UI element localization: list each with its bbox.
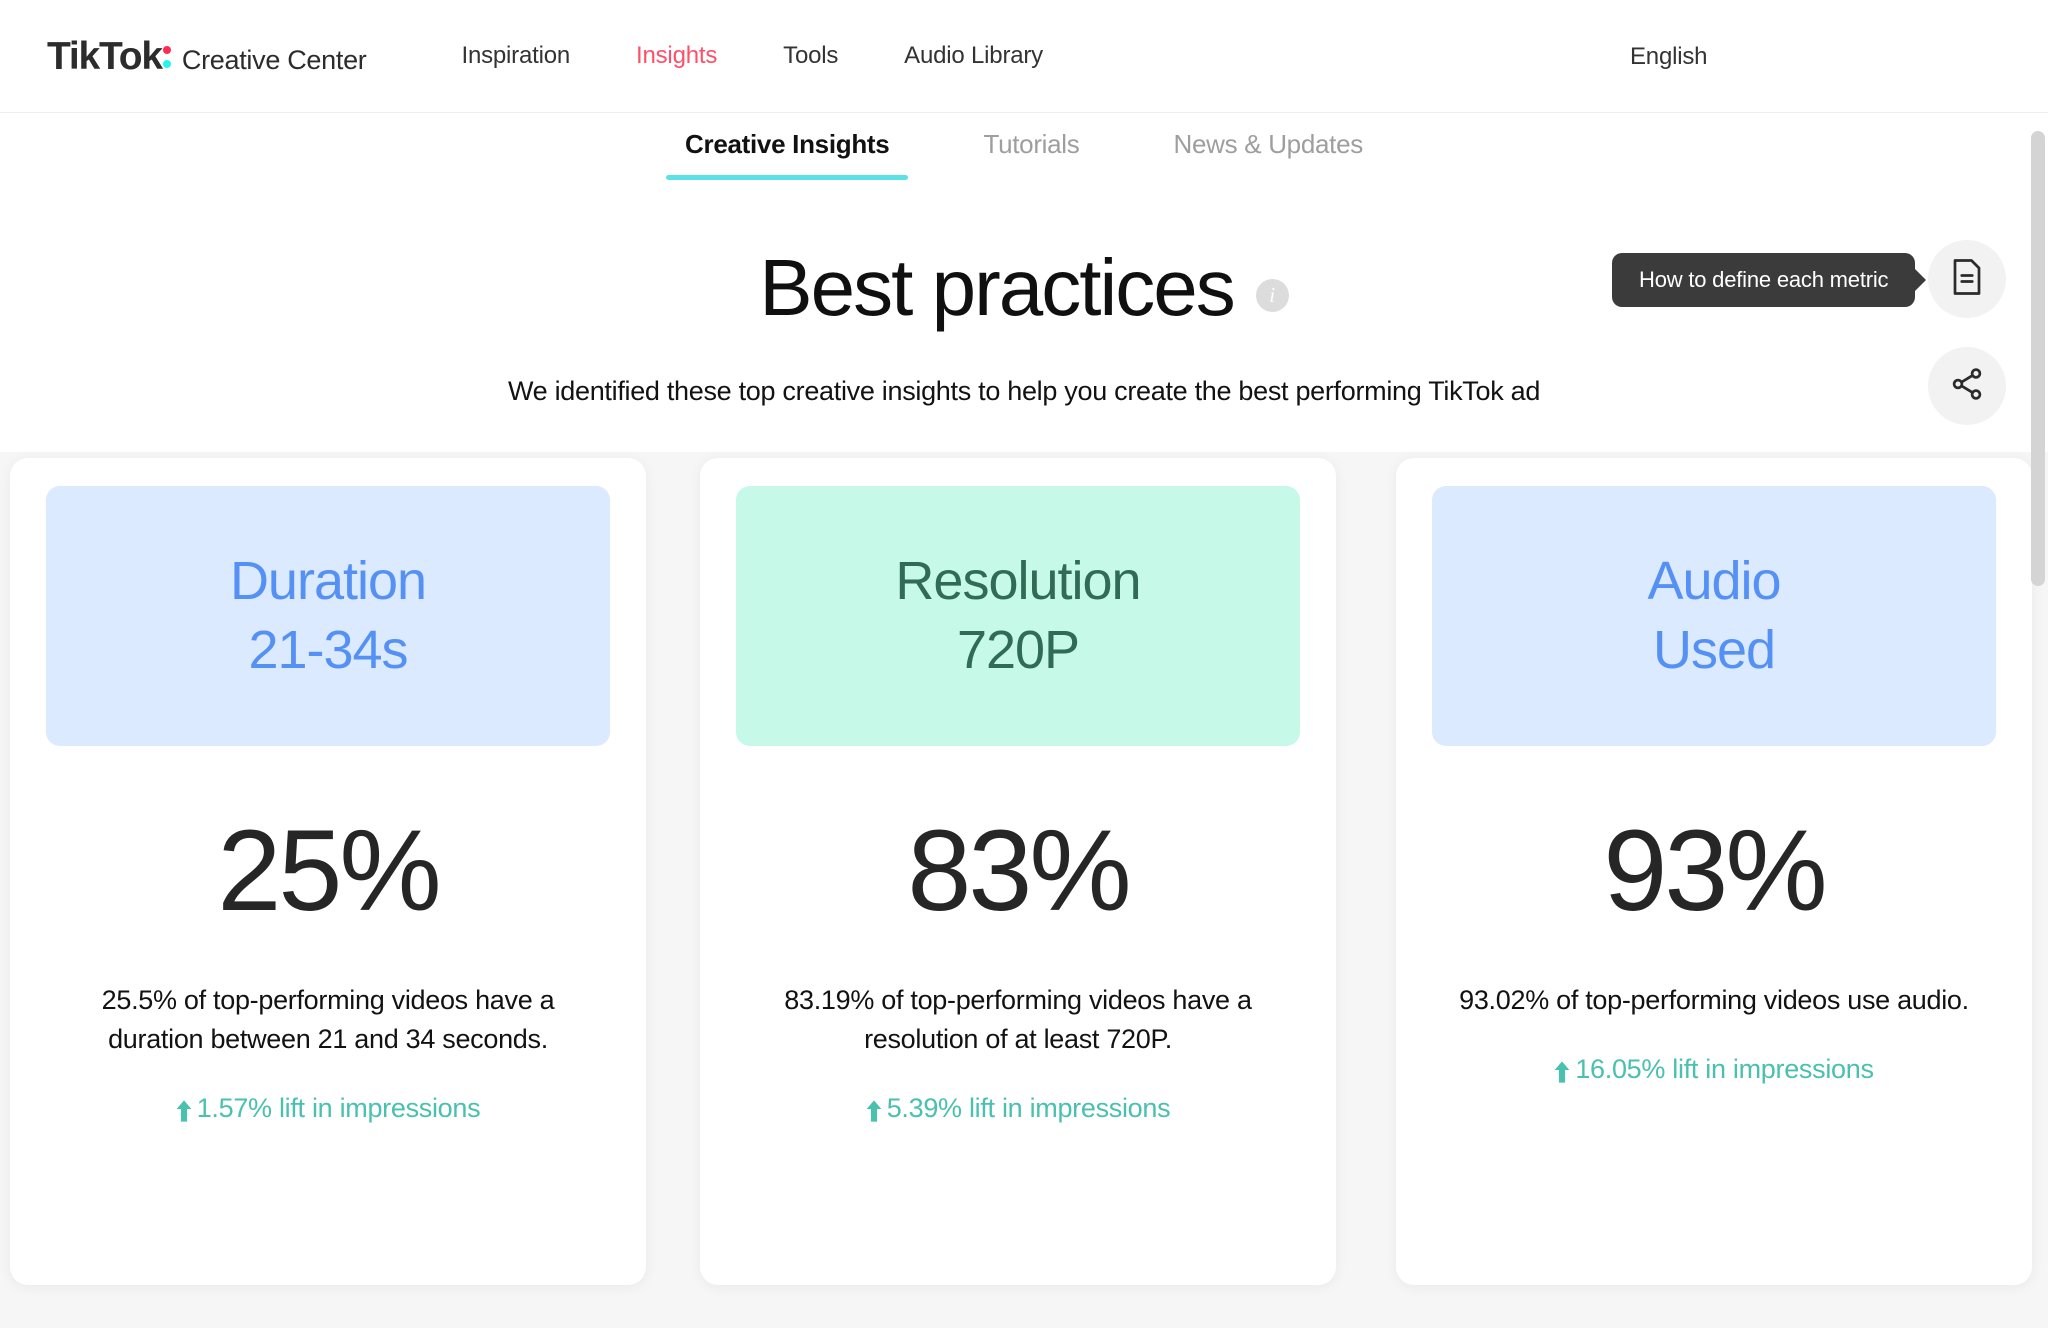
arrow-up-icon <box>176 1098 192 1122</box>
scrollbar-thumb[interactable] <box>2031 131 2045 586</box>
best-practices-cards: Duration 21-34s 25% 25.5% of top-perform… <box>0 458 2048 1328</box>
insight-card-duration[interactable]: Duration 21-34s 25% 25.5% of top-perform… <box>10 458 646 1285</box>
tab-tutorials[interactable]: Tutorials <box>936 129 1126 180</box>
tiktok-wordmark: TikTok <box>47 34 163 78</box>
insight-card-resolution[interactable]: Resolution 720P 83% 83.19% of top-perfor… <box>700 458 1336 1285</box>
card-lift: 16.05% lift in impressions <box>1432 1054 1996 1085</box>
card-description: 25.5% of top-performing videos have a du… <box>101 985 555 1055</box>
card-lift: 5.39% lift in impressions <box>736 1093 1300 1124</box>
nav-item-audio-library[interactable]: Audio Library <box>871 42 1076 70</box>
vertical-scrollbar[interactable] <box>2031 113 2045 1328</box>
arrow-up-icon <box>866 1098 882 1122</box>
creative-center-label: Creative Center <box>181 44 367 75</box>
card-percent: 93% <box>1603 807 1827 935</box>
card-banner-line1: Resolution <box>895 551 1141 612</box>
tiktok-colon-icon <box>162 39 175 69</box>
top-header: TikTok Creative Center Inspiration Insig… <box>0 0 2048 113</box>
card-banner-line2: 720P <box>956 620 1080 680</box>
document-button[interactable] <box>1928 240 2006 318</box>
nav-item-insights[interactable]: Insights <box>603 42 750 70</box>
share-button[interactable] <box>1928 347 2006 425</box>
nav-item-inspiration[interactable]: Inspiration <box>428 42 603 70</box>
sub-nav: Creative Insights Tutorials News & Updat… <box>0 113 2048 206</box>
hero-section: Best practices i We identified these top… <box>0 206 2048 452</box>
card-banner-line1: Audio <box>1647 551 1781 612</box>
card-banner: Audio Used <box>1432 486 1996 746</box>
insight-card-audio[interactable]: Audio Used 93% 93.02% of top-performing … <box>1396 458 2032 1285</box>
nav-item-tools[interactable]: Tools <box>750 42 871 70</box>
brand-logo[interactable]: TikTok Creative Center <box>47 34 367 78</box>
main-nav: Inspiration Insights Tools Audio Library <box>428 42 1076 70</box>
language-selector[interactable]: English <box>1630 43 2048 71</box>
card-lift-label: 1.57% lift in impressions <box>196 1093 481 1124</box>
card-banner-line1: Duration <box>229 551 427 612</box>
page-subtitle: We identified these top creative insight… <box>507 376 1541 406</box>
document-icon <box>1949 257 1985 302</box>
card-lift-label: 16.05% lift in impressions <box>1575 1054 1874 1085</box>
info-icon[interactable]: i <box>1255 278 1289 312</box>
card-percent: 83% <box>907 807 1131 935</box>
card-banner: Duration 21-34s <box>46 486 610 746</box>
page-root: TikTok Creative Center Inspiration Insig… <box>0 0 2048 1328</box>
card-lift-label: 5.39% lift in impressions <box>886 1093 1171 1124</box>
card-description: 83.19% of top-performing videos have a r… <box>784 985 1252 1055</box>
card-banner-line2: Used <box>1652 620 1776 680</box>
metric-definition-tooltip: How to define each metric <box>1612 253 1916 307</box>
card-percent: 25% <box>217 807 441 935</box>
card-lift: 1.57% lift in impressions <box>46 1093 610 1124</box>
card-banner-line2: 21-34s <box>248 620 408 680</box>
tab-creative-insights[interactable]: Creative Insights <box>638 129 936 180</box>
arrow-up-icon <box>1554 1059 1570 1083</box>
share-icon <box>1949 366 1985 407</box>
page-title: Best practices <box>759 243 1235 332</box>
tab-news-and-updates[interactable]: News & Updates <box>1127 129 1410 180</box>
card-description: 93.02% of top-performing videos use audi… <box>1459 985 1969 1015</box>
card-banner: Resolution 720P <box>736 486 1300 746</box>
